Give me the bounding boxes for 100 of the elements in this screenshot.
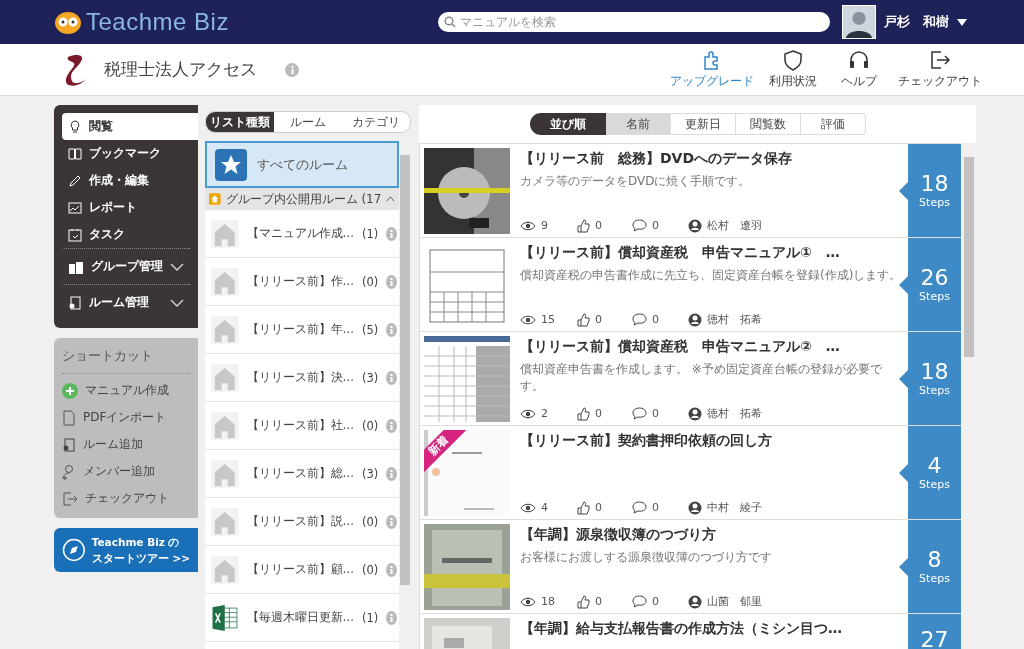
user-icon — [688, 218, 702, 233]
eye-icon — [520, 408, 536, 419]
step-count: 27 — [920, 628, 949, 649]
manual-card[interactable]: 【リリース前】償却資産税 申告マニュアル② … 償却資産申告書を作成します。 ※予め固定資産台帳の登録が必要です。 2 0 0 徳村 拓希 18 Steps — [419, 332, 961, 426]
manual-card[interactable]: 新着 【リリース前】契約書押印依頼の回し方 4 0 0 中村 綾子 4 Steps — [419, 426, 961, 520]
user-icon — [688, 500, 702, 515]
info-icon — [386, 226, 397, 241]
step-count: 18 — [920, 172, 949, 196]
manual-title[interactable]: 【年調】給与支払報告書の作成方法（ミシン目つ… — [520, 620, 902, 638]
sidebar-item[interactable]: 閲覧 — [62, 113, 198, 140]
sort-option[interactable]: 評価 — [800, 113, 866, 135]
room-count: (0) — [362, 274, 379, 289]
exit-icon — [62, 490, 78, 507]
user-name[interactable]: 戸杉 和樹 — [884, 13, 949, 31]
sort-option[interactable]: 更新日 — [670, 113, 736, 135]
view-count: 4 — [541, 501, 548, 514]
manual-card[interactable]: 【リリース前 総務】DVDへのデータ保存 カメラ等のデータをDVDに焼く手順です。 9 0 0 松村 遼羽 18 Steps — [419, 144, 961, 238]
manual-description: カメラ等のデータをDVDに焼く手順です。 — [520, 173, 752, 190]
owl-logo-icon — [54, 10, 82, 34]
sort-option[interactable]: 名前 — [605, 113, 671, 135]
start-tour-button[interactable]: Teachme Biz の スタートツアー >> — [54, 528, 198, 572]
thumbs-up-icon — [576, 500, 590, 515]
manual-title[interactable]: 【リリース前】償却資産税 申告マニュアル② … — [520, 338, 902, 356]
shortcut-item[interactable]: メンバー追加 — [62, 458, 198, 485]
door-icon — [68, 295, 82, 310]
company-name: 税理士法人アクセス — [104, 58, 257, 81]
list-tab[interactable]: リスト種類 — [206, 112, 274, 132]
eye-icon — [520, 596, 536, 607]
group-header[interactable]: グループ内公開用ルーム (17 — [205, 188, 399, 210]
header-action[interactable]: 利用状況 — [764, 49, 822, 90]
eye-icon — [520, 220, 536, 231]
manual-title[interactable]: 【年調】源泉徴収簿のつづり方 — [520, 526, 902, 544]
manual-description: お客様にお渡しする源泉徴収簿のつづり方です — [520, 549, 773, 566]
scrollbar[interactable] — [961, 143, 976, 649]
door-icon — [62, 437, 76, 452]
sidebar-item[interactable]: 作成・編集 — [62, 167, 198, 194]
info-icon — [285, 62, 299, 77]
manual-card[interactable]: 【年調】源泉徴収簿のつづり方 お客様にお渡しする源泉徴収簿のつづり方です 18 0 0 山菌 郁里 8 Steps — [419, 520, 961, 614]
comment-icon — [632, 501, 647, 514]
shortcut-item[interactable]: PDFインポート — [62, 404, 198, 431]
sidebar-item[interactable]: レポート — [62, 194, 198, 221]
room-count: (5) — [362, 322, 379, 337]
like-count: 0 — [595, 219, 602, 232]
view-count: 18 — [541, 595, 555, 608]
chevron-up-icon — [386, 195, 395, 203]
header-action[interactable]: アップグレード — [668, 49, 756, 90]
list-tab[interactable]: ルーム — [274, 112, 342, 132]
like-count: 0 — [595, 407, 602, 420]
room-name: 【毎週木曜日更新… — [246, 610, 354, 625]
manual-card[interactable]: 【年調】給与支払報告書の作成方法（ミシン目つ… 27 — [419, 614, 961, 649]
room-name: 【マニュアル作成… — [246, 226, 354, 241]
all-rooms-item[interactable]: すべてのルーム — [205, 141, 399, 188]
room-name: 【リリース前】顧… — [246, 562, 354, 577]
room-count: (0) — [362, 418, 379, 433]
manual-description: 償却資産申告書を作成します。 ※予め固定資産台帳の登録が必要です。 — [520, 361, 883, 395]
room-name: 【リリース前】決… — [246, 370, 354, 385]
comment-count: 0 — [652, 501, 659, 514]
comment-count: 0 — [652, 407, 659, 420]
sidebar-item[interactable]: ルーム管理 — [62, 284, 190, 320]
room-count: (3) — [362, 370, 379, 385]
thumbs-up-icon — [576, 406, 590, 421]
comment-count: 0 — [652, 313, 659, 326]
sidebar-item[interactable]: グループ管理 — [62, 248, 190, 284]
room-count: (0) — [362, 562, 379, 577]
shortcut-title: ショートカット — [62, 344, 190, 374]
search-field[interactable]: マニュアルを検索 — [438, 12, 830, 32]
shortcut-item[interactable]: チェックアウト — [62, 485, 198, 512]
eye-icon — [520, 502, 536, 513]
manual-title[interactable]: 【リリース前】契約書押印依頼の回し方 — [520, 432, 902, 450]
room-name: 【リリース前】社… — [246, 418, 354, 433]
header-action[interactable]: チェックアウト — [896, 49, 984, 90]
shortcut-item[interactable]: マニュアル作成 — [62, 377, 198, 404]
header-action[interactable]: ヘルプ — [830, 49, 888, 90]
sidebar-item[interactable]: タスク — [62, 221, 198, 248]
info-icon — [386, 370, 397, 385]
plus-icon — [62, 382, 78, 399]
room-name: 【リリース前】年… — [246, 322, 354, 337]
list-tab[interactable]: カテゴリ — [342, 112, 410, 132]
info-icon — [386, 322, 397, 337]
headset-icon — [848, 49, 870, 71]
info-icon — [386, 562, 397, 577]
sidebar-item[interactable]: ブックマーク — [62, 140, 198, 167]
manual-description: 償却資産税の申告書作成に先立ち、固定資産台帳を登録(作成)します。 — [520, 267, 902, 284]
shield-icon — [782, 49, 804, 71]
shortcut-item[interactable]: ルーム追加 — [62, 431, 198, 458]
manual-card[interactable]: 【リリース前】償却資産税 申告マニュアル① … 償却資産税の申告書作成に先立ち、固定資産台帳を登録(作成)します。 15 0 0 徳村 拓希 26 Steps — [419, 238, 961, 332]
room-name: 【リリース前】総… — [246, 466, 354, 481]
manual-title[interactable]: 【リリース前】償却資産税 申告マニュアル① … — [520, 244, 902, 262]
manual-title[interactable]: 【リリース前 総務】DVDへのデータ保存 — [520, 150, 902, 168]
sort-option[interactable]: 閲覧数 — [735, 113, 801, 135]
view-count: 2 — [541, 407, 548, 420]
caret-icon[interactable] — [957, 18, 967, 26]
author-name: 山菌 郁里 — [707, 594, 762, 609]
avatar[interactable] — [842, 5, 876, 39]
author-name: 松村 遼羽 — [707, 218, 762, 233]
thumbs-up-icon — [576, 218, 590, 233]
like-count: 0 — [595, 313, 602, 326]
room-count: (0) — [362, 514, 379, 529]
user-icon — [688, 594, 702, 609]
thumbs-up-icon — [576, 312, 590, 327]
